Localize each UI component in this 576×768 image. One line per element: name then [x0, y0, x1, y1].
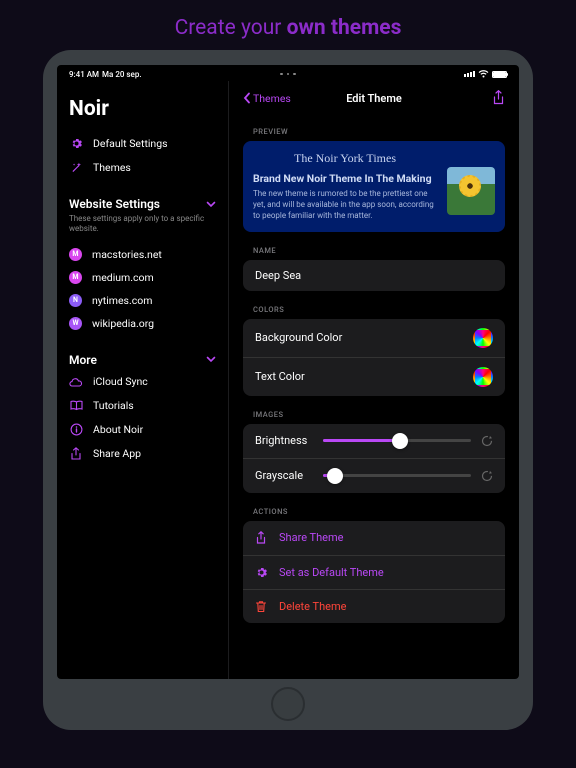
action-label: Delete Theme	[279, 600, 346, 613]
sidebar-item-icloud-sync[interactable]: iCloud Sync	[69, 370, 216, 394]
site-badge: W	[69, 317, 82, 330]
sidebar: Noir Default Settings Themes Website Set…	[57, 81, 229, 679]
share-button[interactable]	[492, 90, 505, 106]
share-theme-button[interactable]: Share Theme	[243, 521, 505, 556]
sidebar-item-website[interactable]: W wikipedia.org	[69, 312, 216, 335]
sidebar-item-label: wikipedia.org	[92, 317, 154, 330]
share-icon	[69, 447, 83, 461]
sidebar-item-website[interactable]: N nytimes.com	[69, 289, 216, 312]
theme-name-input[interactable]: Deep Sea	[243, 260, 505, 291]
sidebar-item-website[interactable]: M medium.com	[69, 266, 216, 289]
preview-body: The new theme is rumored to be the prett…	[253, 189, 437, 221]
slider-label: Brightness	[255, 434, 313, 447]
page-title: Edit Theme	[346, 92, 402, 105]
grayscale-slider[interactable]	[323, 468, 471, 484]
sidebar-section-more[interactable]: More	[69, 353, 216, 367]
section-label-preview: PREVIEW	[253, 127, 505, 136]
chevron-down-icon	[206, 356, 216, 363]
brightness-slider[interactable]	[323, 433, 471, 449]
slider-label: Grayscale	[255, 469, 313, 482]
gear-icon	[69, 136, 83, 150]
battery-icon	[492, 71, 507, 78]
marketing-headline: Create your own themes	[0, 0, 576, 50]
ipad-frame: 9:41 AM Ma 20 sep. Noir Default Sett	[43, 50, 533, 730]
cloud-icon	[69, 375, 83, 389]
sidebar-item-website[interactable]: M macstories.net	[69, 243, 216, 266]
sidebar-item-about[interactable]: About Noir	[69, 418, 216, 442]
sidebar-item-label: About Noir	[93, 423, 143, 436]
preview-masthead: The Noir York Times	[253, 151, 437, 166]
info-icon	[69, 423, 83, 437]
action-label: Share Theme	[279, 531, 343, 544]
sidebar-item-share-app[interactable]: Share App	[69, 442, 216, 466]
wand-icon	[69, 160, 83, 174]
color-label: Background Color	[255, 331, 342, 344]
section-description: These settings apply only to a specific …	[69, 214, 216, 235]
sidebar-item-label: Share App	[93, 447, 141, 460]
text-color-row[interactable]: Text Color	[243, 358, 505, 396]
sidebar-item-label: Default Settings	[93, 137, 168, 150]
brightness-slider-row: Brightness	[243, 424, 505, 459]
sidebar-item-themes[interactable]: Themes	[69, 155, 216, 179]
site-badge: M	[69, 248, 82, 261]
detail-pane: Themes Edit Theme PREVIEW The Noir York …	[229, 81, 519, 679]
sidebar-item-label: nytimes.com	[92, 294, 152, 307]
background-color-row[interactable]: Background Color	[243, 319, 505, 358]
sidebar-item-label: Themes	[93, 161, 131, 174]
gear-icon	[255, 566, 269, 579]
sidebar-item-label: iCloud Sync	[93, 375, 148, 388]
site-badge: M	[69, 271, 82, 284]
sidebar-item-label: macstories.net	[92, 248, 162, 261]
grayscale-slider-row: Grayscale	[243, 459, 505, 493]
home-button[interactable]	[271, 687, 305, 721]
screen: 9:41 AM Ma 20 sep. Noir Default Sett	[57, 65, 519, 679]
site-badge: N	[69, 294, 82, 307]
color-swatch	[473, 328, 493, 348]
status-bar: 9:41 AM Ma 20 sep.	[57, 65, 519, 81]
book-icon	[69, 399, 83, 413]
delete-theme-button[interactable]: Delete Theme	[243, 590, 505, 623]
trash-icon	[255, 600, 269, 613]
section-label-images: IMAGES	[253, 410, 505, 419]
app-title: Noir	[69, 97, 216, 121]
reset-icon[interactable]	[481, 435, 493, 447]
action-label: Set as Default Theme	[279, 566, 384, 579]
sidebar-item-label: medium.com	[92, 271, 154, 284]
color-label: Text Color	[255, 370, 305, 383]
reset-icon[interactable]	[481, 470, 493, 482]
back-button[interactable]: Themes	[243, 92, 291, 105]
color-swatch	[473, 367, 493, 387]
multitasking-dots[interactable]	[57, 73, 519, 76]
sidebar-item-default-settings[interactable]: Default Settings	[69, 131, 216, 155]
sidebar-item-label: Tutorials	[93, 399, 134, 412]
sidebar-section-website[interactable]: Website Settings	[69, 197, 216, 211]
theme-preview-card: The Noir York Times Brand New Noir Theme…	[243, 141, 505, 232]
section-label-name: NAME	[253, 246, 505, 255]
sidebar-item-tutorials[interactable]: Tutorials	[69, 394, 216, 418]
section-label-colors: COLORS	[253, 305, 505, 314]
preview-headline: Brand New Noir Theme In The Making	[253, 172, 437, 185]
share-icon	[255, 531, 269, 545]
preview-image	[447, 167, 495, 215]
chevron-down-icon	[206, 201, 216, 208]
set-default-theme-button[interactable]: Set as Default Theme	[243, 556, 505, 590]
section-label-actions: ACTIONS	[253, 507, 505, 516]
